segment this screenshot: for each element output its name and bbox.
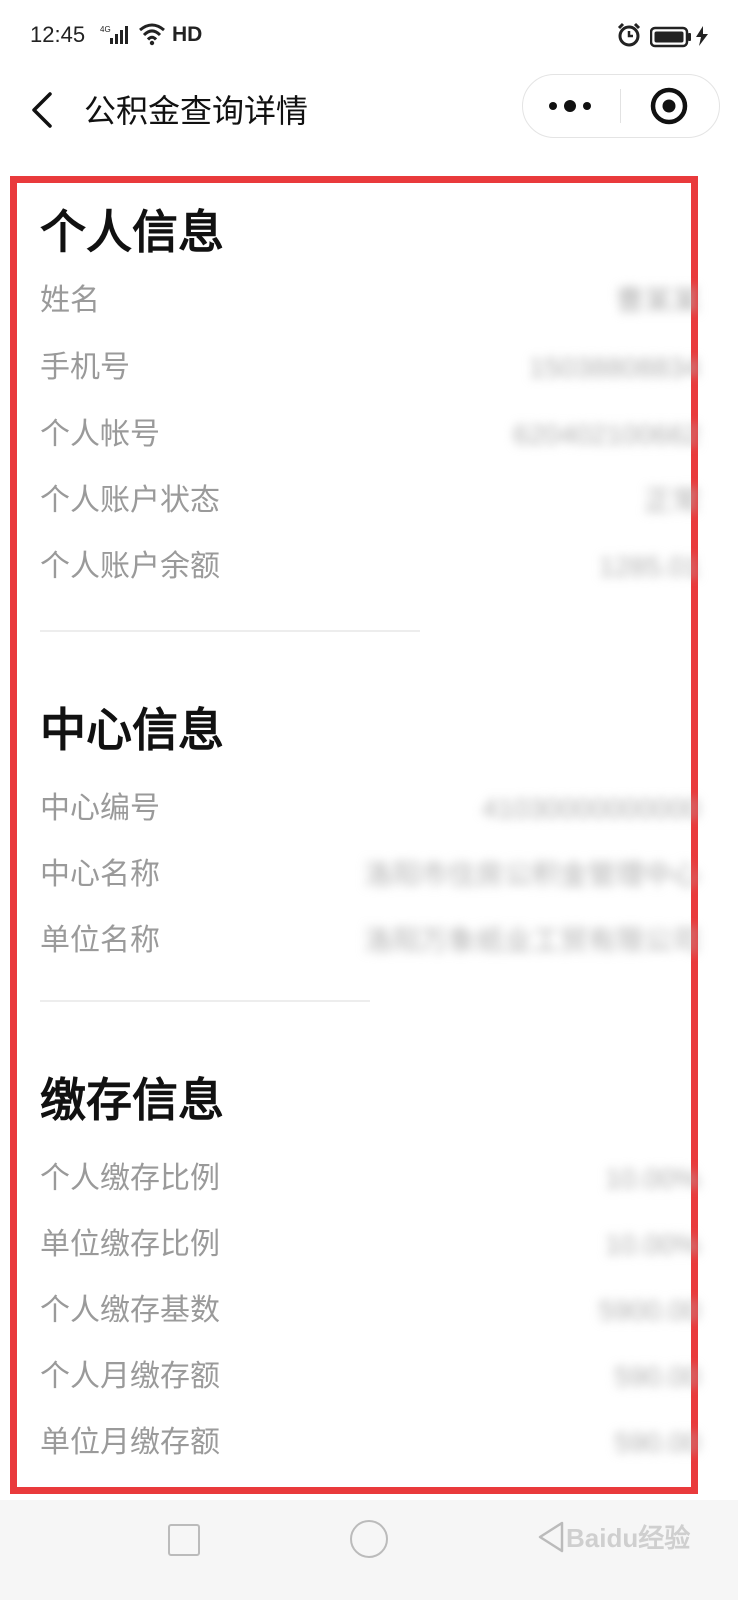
row-label: 个人缴存基数 <box>40 1293 220 1328</box>
row-value: 15038808834 <box>528 352 700 383</box>
triangle-back-icon <box>538 1521 564 1553</box>
signal-icon: 4G <box>100 24 130 50</box>
watermark: Baidu经验 <box>566 1523 691 1553</box>
target-circle-icon <box>650 87 688 125</box>
page-title: 公积金查询详情 <box>84 92 309 130</box>
row-value: 590.00 <box>614 1427 700 1458</box>
row-value: 10.00% <box>605 1163 700 1194</box>
battery-icon <box>649 26 692 52</box>
row-label: 单位月缴存额 <box>40 1425 220 1460</box>
row-label: 个人账户状态 <box>40 483 220 518</box>
row-value: 10.00% <box>605 1229 700 1260</box>
info-row-company-rate: 单位缴存比例 10.00% <box>40 1220 700 1270</box>
info-row-personal-rate: 个人缴存比例 10.00% <box>40 1154 700 1204</box>
back-nav-button[interactable] <box>536 1520 566 1558</box>
row-value: 620402100662 <box>513 419 700 450</box>
close-button[interactable] <box>623 75 719 137</box>
status-bar: 12:45 4G HD <box>0 0 738 72</box>
section-title-personal: 个人信息 <box>40 205 224 259</box>
capsule-divider <box>620 89 621 123</box>
info-row-company-name: 单位名称 洛阳万象纸业工贸有限公司 <box>40 916 700 966</box>
row-label: 个人缴存比例 <box>40 1161 220 1196</box>
section-title-center: 中心信息 <box>40 703 224 757</box>
info-row-name: 姓名 曹某某 <box>40 276 700 326</box>
row-label: 个人月缴存额 <box>40 1359 220 1394</box>
row-label: 姓名 <box>40 283 100 318</box>
back-button[interactable] <box>28 90 68 140</box>
row-label: 单位名称 <box>40 923 160 958</box>
nav-bar: 公积金查询详情 <box>0 72 738 172</box>
info-row-account-status: 个人账户状态 正常 <box>40 476 700 526</box>
section-divider <box>40 630 420 632</box>
info-row-personal-base: 个人缴存基数 5900.00 <box>40 1286 700 1336</box>
alarm-icon <box>616 22 642 52</box>
more-dots-icon <box>549 100 591 112</box>
row-value: 正常 <box>643 485 700 516</box>
row-label: 中心编号 <box>40 791 160 826</box>
row-label: 单位缴存比例 <box>40 1227 220 1262</box>
row-label: 手机号 <box>40 350 130 385</box>
row-value: 5900.00 <box>598 1295 700 1326</box>
info-row-center-no: 中心编号 41030000000000 <box>40 784 700 834</box>
info-row-account-no: 个人帐号 620402100662 <box>40 410 700 460</box>
row-value: 1285.01 <box>598 551 700 582</box>
chevron-left-icon <box>32 92 52 128</box>
row-value: 曹某某 <box>615 285 700 316</box>
row-label: 个人账户余额 <box>40 549 220 584</box>
mini-program-capsule <box>522 74 720 138</box>
section-divider <box>40 1000 370 1002</box>
info-row-personal-monthly: 个人月缴存额 590.00 <box>40 1352 700 1402</box>
status-time: 12:45 <box>30 22 86 47</box>
row-label: 个人帐号 <box>40 417 160 452</box>
info-row-phone: 手机号 15038808834 <box>40 343 700 393</box>
row-value: 洛阳市住房公积金管理中心 <box>363 859 700 890</box>
row-value: 41030000000000 <box>481 793 700 824</box>
network-label: 4G <box>100 25 111 34</box>
charging-icon <box>695 26 709 50</box>
info-row-center-name: 中心名称 洛阳市住房公积金管理中心 <box>40 850 700 900</box>
info-row-account-balance: 个人账户余额 1285.01 <box>40 542 700 592</box>
info-row-company-monthly: 单位月缴存额 590.00 <box>40 1418 700 1468</box>
row-value: 洛阳万象纸业工贸有限公司 <box>363 925 700 956</box>
wifi-icon <box>138 22 166 50</box>
more-button[interactable] <box>523 75 619 137</box>
row-value: 590.00 <box>614 1361 700 1392</box>
hd-label: HD <box>172 23 203 46</box>
recent-apps-button[interactable] <box>168 1524 200 1556</box>
row-label: 中心名称 <box>40 857 160 892</box>
system-nav-bar: Baidu经验 <box>0 1500 738 1600</box>
section-title-deposit: 缴存信息 <box>40 1073 224 1127</box>
home-button[interactable] <box>350 1520 388 1558</box>
